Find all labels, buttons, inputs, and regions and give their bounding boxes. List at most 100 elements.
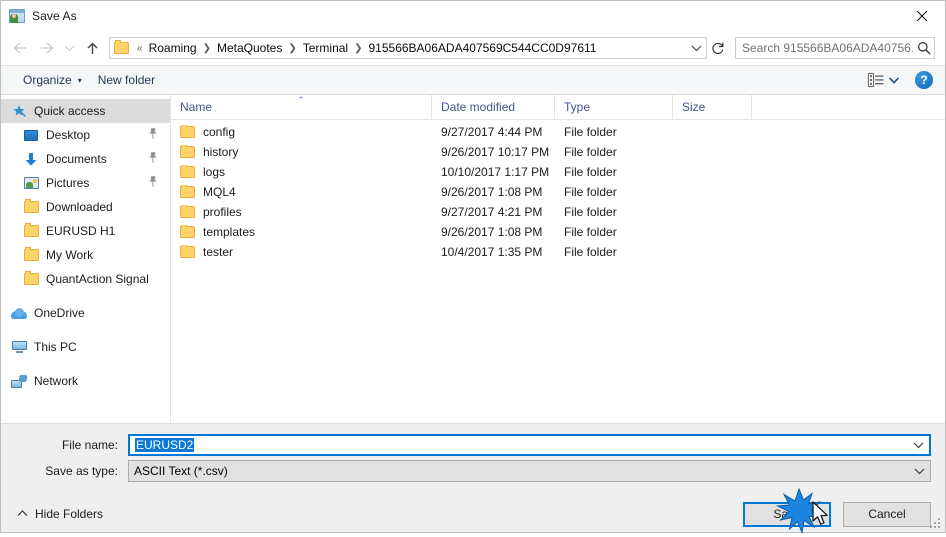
list-view-icon [868, 73, 884, 87]
column-header-label: Date modified [441, 100, 516, 114]
save-as-type-row: Save as type: ASCII Text (*.csv) [15, 460, 931, 482]
breadcrumb-item-metaquotes[interactable]: MetaQuotes [214, 40, 285, 56]
sidebar-item-label: This PC [34, 340, 77, 354]
hide-folders-button[interactable]: Hide Folders [15, 507, 103, 521]
breadcrumb-item-terminal[interactable]: Terminal [300, 40, 351, 56]
sidebar-item-desktop[interactable]: Desktop [1, 123, 170, 147]
file-name-cell: profiles [171, 205, 432, 219]
refresh-icon[interactable] [707, 37, 729, 59]
folder-icon [180, 145, 195, 158]
file-name-label: File name: [61, 438, 118, 452]
new-folder-button[interactable]: New folder [90, 70, 163, 90]
sidebar-item-label: Quick access [34, 104, 106, 118]
column-header-name[interactable]: Name ⌃ [171, 95, 432, 119]
file-type: File folder [564, 245, 617, 259]
pin-icon [148, 152, 158, 167]
file-name-input[interactable]: EURUSD2 [128, 434, 931, 456]
new-folder-label: New folder [97, 73, 156, 87]
file-name: tester [203, 245, 234, 259]
button-row: Hide Folders Save Cancel [15, 486, 931, 532]
file-rows: config 9/27/2017 4:44 PM File folder his… [171, 120, 945, 423]
address-bar[interactable]: « Roaming ❯ MetaQuotes ❯ Terminal ❯ 9155… [109, 37, 707, 59]
folder-icon [114, 39, 130, 55]
address-dropdown-icon[interactable] [686, 44, 706, 52]
folder-icon [23, 199, 39, 215]
sidebar-item-this-pc[interactable]: This PC [1, 335, 170, 359]
folder-icon [180, 125, 195, 138]
search-box[interactable]: Search 915566BA06ADA40756… [735, 37, 935, 59]
dialog-footer: File name: EURUSD2 Save as type: ASCII T… [1, 423, 945, 532]
breadcrumb-separator: ❯ [202, 42, 211, 54]
file-name: config [203, 125, 236, 139]
star-pin-icon [11, 103, 27, 119]
table-row[interactable]: tester 10/4/2017 1:35 PM File folder [171, 242, 945, 262]
column-header-type[interactable]: Type [555, 95, 673, 119]
sidebar-item-onedrive[interactable]: OneDrive [1, 301, 170, 325]
sidebar-item-pictures[interactable]: Pictures [1, 171, 170, 195]
column-header-label: Type [564, 100, 591, 114]
file-name: history [203, 145, 239, 159]
breadcrumb-item-roaming[interactable]: Roaming [146, 40, 200, 56]
table-row[interactable]: config 9/27/2017 4:44 PM File folder [171, 122, 945, 142]
sidebar-item-label: OneDrive [34, 306, 85, 320]
column-header-date-modified[interactable]: Date modified [432, 95, 555, 119]
onedrive-cloud-icon [11, 305, 27, 321]
network-icon [11, 373, 27, 389]
file-type: File folder [564, 165, 617, 179]
folder-icon [23, 271, 39, 287]
file-name-value[interactable]: EURUSD2 [130, 438, 907, 452]
table-row[interactable]: logs 10/10/2017 1:17 PM File folder [171, 162, 945, 182]
back-button[interactable] [7, 35, 33, 61]
chevron-down-icon[interactable] [908, 467, 930, 475]
organize-label: Organize [23, 73, 72, 87]
sidebar-item-label: Pictures [46, 176, 90, 190]
column-header-filler [752, 95, 945, 119]
table-row[interactable]: MQL4 9/26/2017 1:08 PM File folder [171, 182, 945, 202]
file-name-cell: templates [171, 225, 432, 239]
save-as-type-select[interactable]: ASCII Text (*.csv) [128, 460, 931, 482]
dialog-content: Quick access Desktop Documents Pictures … [1, 95, 945, 423]
column-header-label: Size [682, 100, 706, 114]
close-icon[interactable] [899, 1, 945, 30]
table-row[interactable]: history 9/26/2017 10:17 PM File folder [171, 142, 945, 162]
breadcrumb-separator: ❯ [288, 42, 297, 54]
up-button[interactable] [79, 35, 105, 61]
chevron-up-icon [17, 509, 28, 519]
recent-locations-button[interactable] [59, 35, 79, 61]
help-icon[interactable]: ? [915, 71, 933, 89]
column-header-label: Name [180, 100, 213, 114]
table-row[interactable]: templates 9/26/2017 1:08 PM File folder [171, 222, 945, 242]
sidebar-item-eurusd-h1[interactable]: EURUSD H1 [1, 219, 170, 243]
search-input[interactable]: Search 915566BA06ADA40756… [736, 41, 913, 55]
pictures-icon [23, 175, 39, 191]
forward-button[interactable] [33, 35, 59, 61]
desktop-icon [23, 127, 39, 143]
view-options-button[interactable] [862, 71, 905, 89]
save-as-app-icon [9, 8, 25, 24]
file-date: 9/27/2017 4:21 PM [441, 205, 543, 219]
sidebar-item-quantaction-signal[interactable]: QuantAction Signal [1, 267, 170, 291]
sidebar-item-quick-access[interactable]: Quick access [1, 99, 170, 123]
save-button[interactable]: Save [743, 501, 831, 527]
window-title: Save As [32, 9, 77, 23]
save-as-type-label: Save as type: [45, 464, 118, 478]
save-as-dialog: Save As « Roaming ❯ MetaQuotes ❯ Termina… [0, 0, 946, 535]
breadcrumb-overflow[interactable]: « [134, 43, 146, 54]
sidebar-item-network[interactable]: Network [1, 369, 170, 393]
chevron-down-icon[interactable] [907, 441, 929, 449]
file-name-text: EURUSD2 [135, 438, 195, 452]
sidebar-item-my-work[interactable]: My Work [1, 243, 170, 267]
sidebar-item-documents[interactable]: Documents [1, 147, 170, 171]
breadcrumb-item-guid[interactable]: 915566BA06ADA407569C544CC0D97611 [366, 40, 600, 56]
column-header-size[interactable]: Size [673, 95, 752, 119]
organize-button[interactable]: Organize ▾ [15, 70, 90, 90]
cancel-button[interactable]: Cancel [843, 501, 931, 527]
sidebar-item-downloaded[interactable]: Downloaded [1, 195, 170, 219]
hide-folders-label: Hide Folders [35, 507, 104, 521]
folder-icon [23, 223, 39, 239]
breadcrumb-separator: ❯ [354, 42, 363, 54]
title-bar: Save As [1, 1, 945, 31]
pin-icon [148, 128, 158, 143]
table-row[interactable]: profiles 9/27/2017 4:21 PM File folder [171, 202, 945, 222]
file-list: Name ⌃ Date modified Type Size config 9/… [171, 95, 945, 423]
